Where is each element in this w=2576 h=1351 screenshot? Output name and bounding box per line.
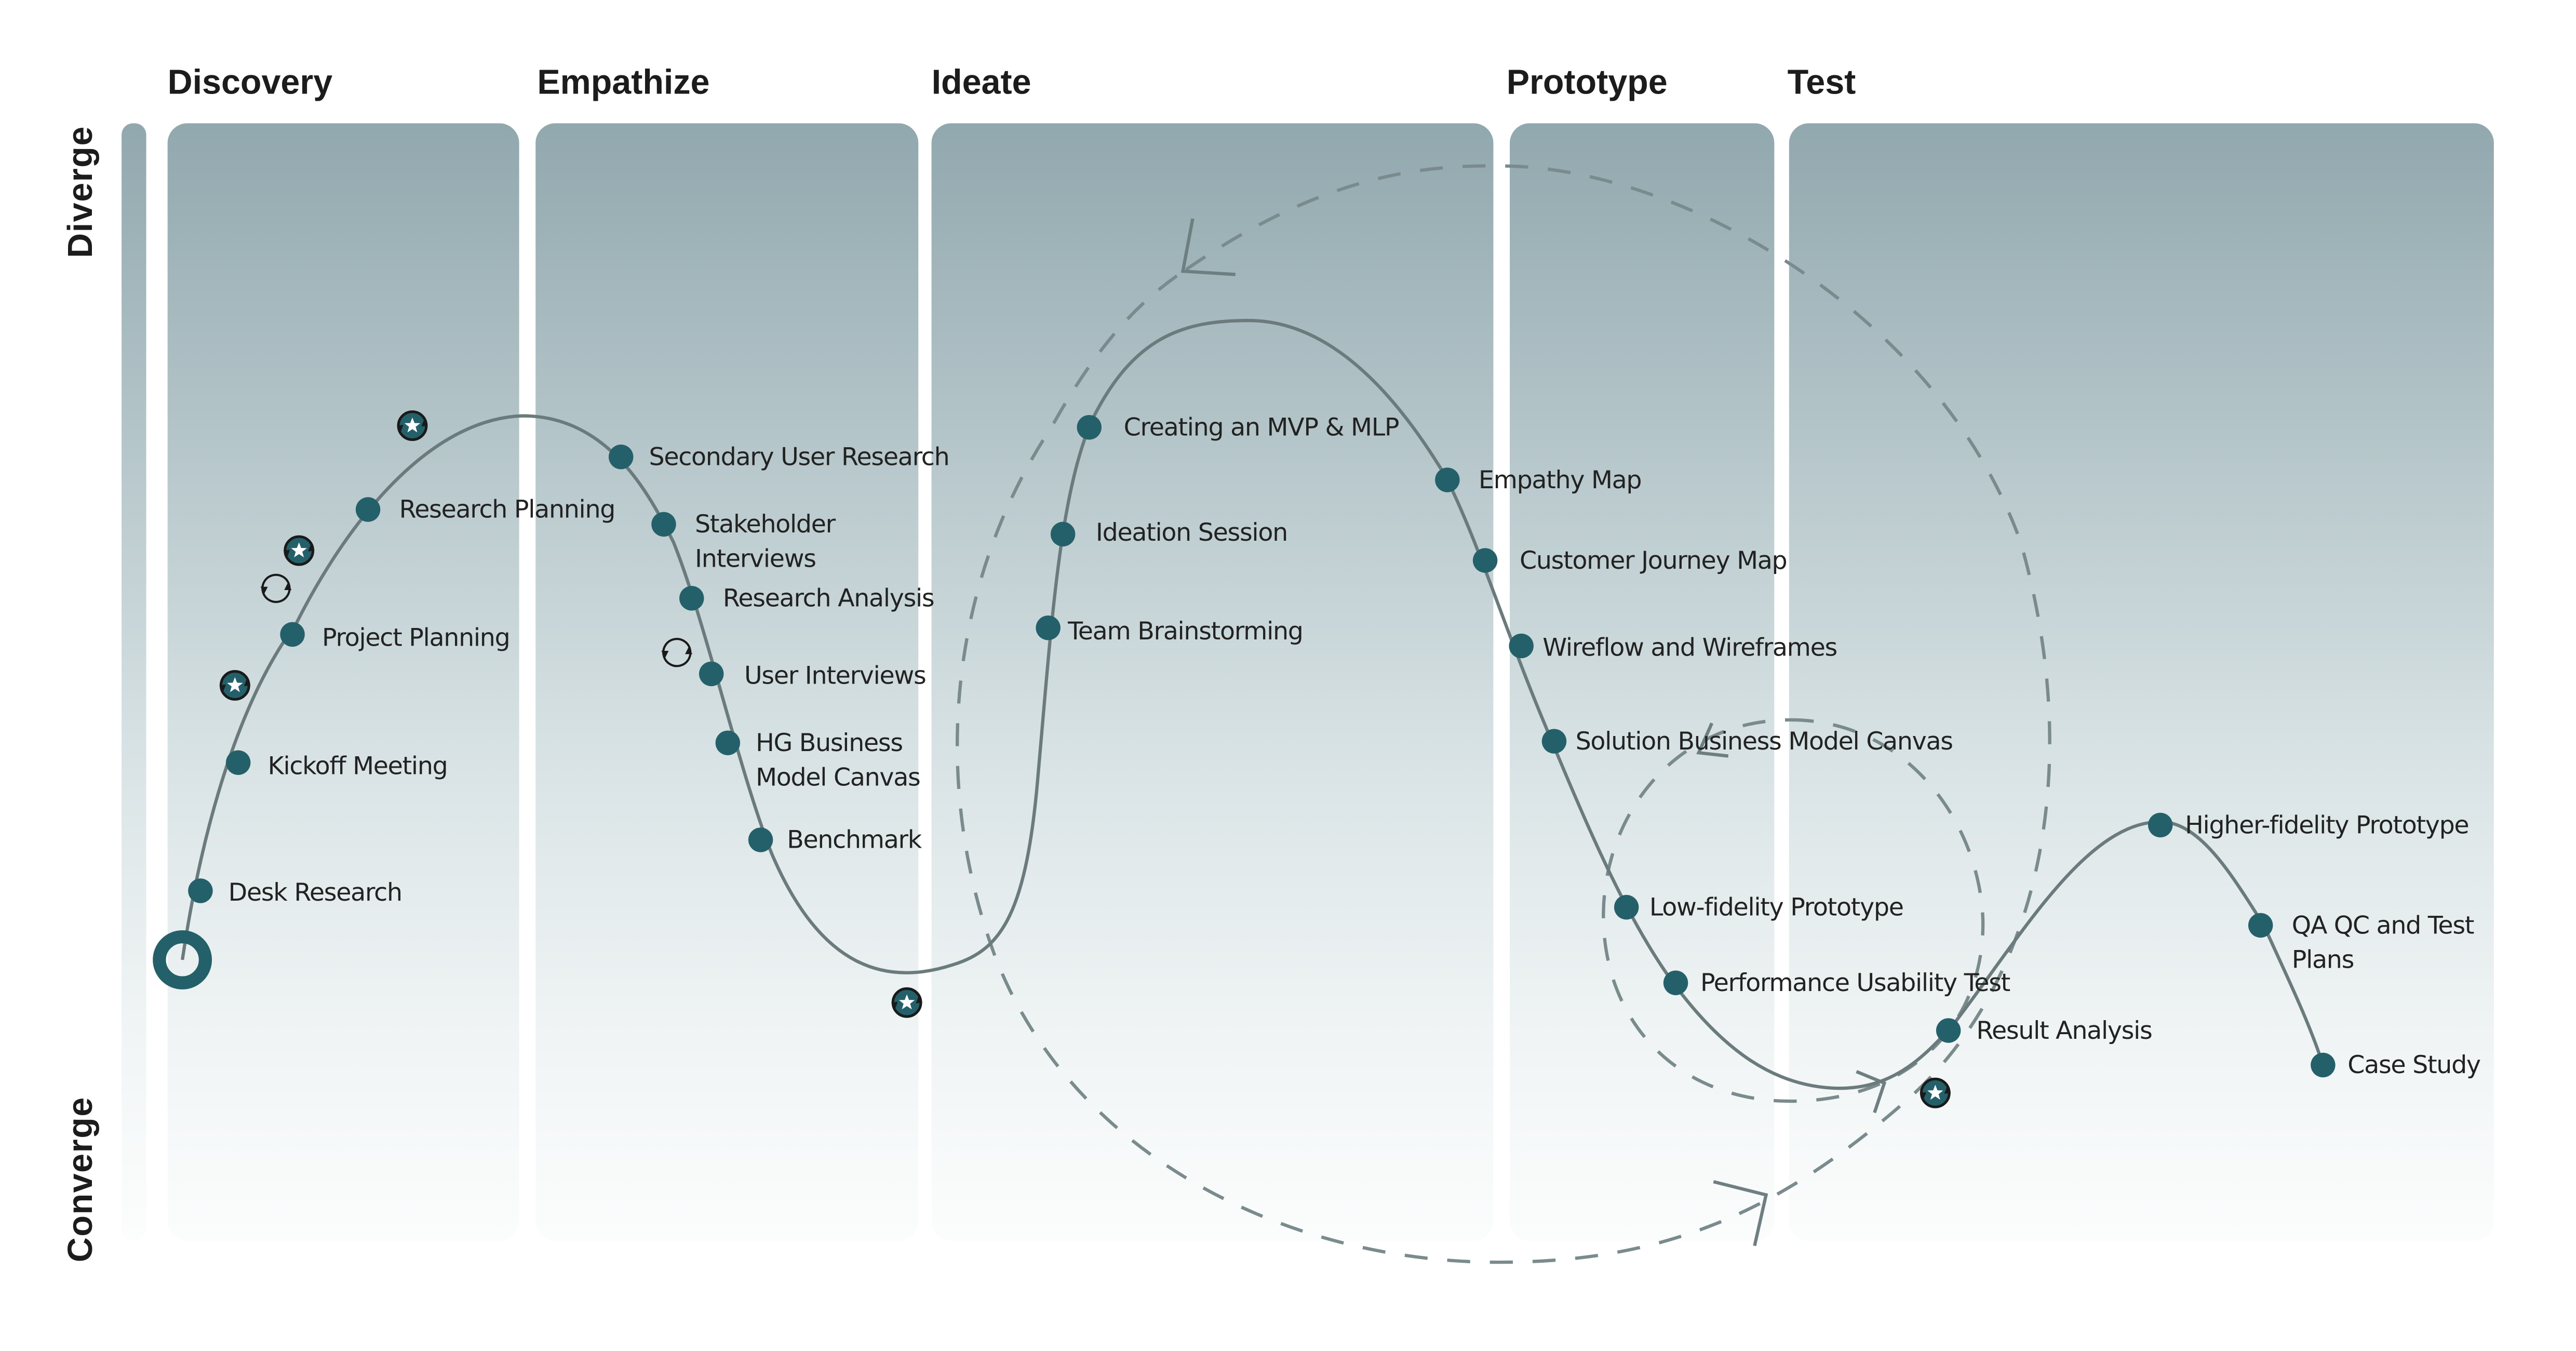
step-label: Case Study — [2347, 1051, 2480, 1079]
axis-bar — [122, 123, 146, 1241]
step-node — [1077, 414, 1102, 440]
process-step: Wireflow and Wireframes — [1509, 634, 1837, 662]
step-node — [715, 730, 741, 755]
step-node — [2248, 913, 2273, 938]
double-diamond-process-diagram: Discovery Empathize Ideate Prototype Tes… — [61, 63, 2494, 1264]
step-label: Solution Business Model Canvas — [1576, 727, 1953, 756]
column-prototype — [1510, 123, 1775, 1241]
process-step: Higher-fidelity Prototype — [2148, 811, 2470, 839]
star-iteration-badge-icon — [891, 988, 922, 1016]
step-label: User Interviews — [744, 661, 925, 690]
step-node — [699, 661, 724, 687]
star-iteration-badge-icon — [1920, 1079, 1951, 1107]
step-node — [1509, 633, 1534, 659]
step-label: Customer Journey Map — [1520, 546, 1787, 575]
step-label: Secondary User Research — [649, 443, 949, 471]
step-label: Desk Research — [229, 878, 402, 907]
star-iteration-badge-icon — [284, 537, 315, 565]
step-node — [1036, 616, 1061, 640]
step-node — [2311, 1052, 2336, 1078]
step-label: Higher-fidelity Prototype — [2185, 811, 2468, 839]
step-node — [225, 750, 251, 775]
step-label: Team Brainstorming — [1067, 617, 1303, 646]
step-label: Performance Usability Test — [1700, 969, 2010, 997]
phase-header-discovery: Discovery — [168, 63, 333, 101]
step-label: Wireflow and Wireframes — [1542, 634, 1837, 662]
step-label: Research Analysis — [723, 584, 934, 613]
step-node — [1472, 548, 1498, 573]
step-node — [1541, 729, 1567, 754]
process-step: Customer Journey Map — [1472, 546, 1788, 575]
step-node — [1050, 521, 1076, 547]
process-step: Creating an MVP & MLP — [1077, 413, 1399, 442]
step-label: Result Analysis — [1976, 1016, 2152, 1045]
step-node — [2148, 812, 2173, 838]
phase-header-test: Test — [1788, 63, 1856, 101]
axis-label-diverge: Diverge — [61, 126, 100, 258]
star-iteration-badge-icon — [219, 672, 250, 700]
process-step: Team Brainstorming — [1036, 616, 1304, 646]
step-label: Empathy Map — [1479, 466, 1641, 494]
phase-headers: Discovery Empathize Ideate Prototype Tes… — [168, 63, 1856, 101]
star-iteration-badge-icon — [397, 412, 428, 440]
step-node — [1663, 970, 1688, 995]
step-node — [355, 497, 381, 522]
step-label: Project Planning — [322, 624, 509, 652]
step-node — [1614, 894, 1639, 920]
step-node — [188, 878, 213, 903]
process-step: Low-fidelity Prototype — [1614, 893, 1904, 921]
step-label: Benchmark — [787, 826, 922, 854]
step-node — [280, 622, 305, 647]
step-label: Low-fidelity Prototype — [1649, 893, 1903, 921]
step-node — [1936, 1018, 1961, 1043]
process-step: Solution Business Model Canvas — [1541, 727, 1953, 756]
axis-label-converge: Converge — [61, 1096, 100, 1262]
process-step: Secondary User Research — [608, 443, 950, 471]
step-node — [679, 586, 704, 611]
step-label: Creating an MVP & MLP — [1124, 413, 1399, 442]
process-step: Performance Usability Test — [1663, 969, 2011, 997]
step-node — [608, 444, 634, 470]
step-label: Research Planning — [399, 496, 615, 524]
phase-header-prototype: Prototype — [1507, 63, 1668, 101]
step-node — [748, 827, 773, 852]
step-label: Ideation Session — [1096, 518, 1287, 547]
phase-header-empathize: Empathize — [537, 63, 709, 101]
step-label: Kickoff Meeting — [268, 752, 448, 780]
step-node — [1435, 467, 1460, 492]
phase-header-ideate: Ideate — [932, 63, 1031, 101]
phase-columns — [122, 123, 2494, 1241]
step-node — [651, 512, 676, 537]
column-ideate — [931, 123, 1494, 1241]
